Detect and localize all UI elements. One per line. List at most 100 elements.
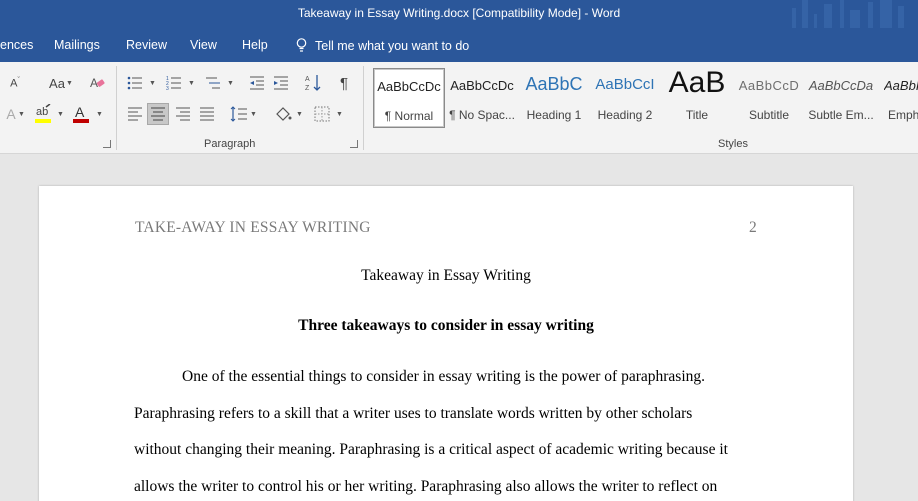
- style-name: Subtitle: [748, 108, 790, 122]
- style-heading-2[interactable]: AaBbCcI Heading 2: [591, 68, 659, 128]
- chevron-down-icon: ▼: [149, 80, 156, 87]
- align-center-icon: [151, 107, 165, 121]
- numbering-button[interactable]: 1 2 3: [163, 72, 185, 94]
- align-left-button[interactable]: [124, 103, 146, 125]
- document-title: Takeaway in Essay Writing: [361, 267, 531, 284]
- bullets-icon: [127, 76, 142, 90]
- title-bar-decoration: [788, 0, 918, 28]
- align-center-button[interactable]: [147, 103, 169, 125]
- tell-me-box[interactable]: Tell me what you want to do: [296, 38, 469, 53]
- line-spacing-button[interactable]: [228, 103, 250, 125]
- align-right-button[interactable]: [172, 103, 194, 125]
- style-subtle-emphasis[interactable]: AaBbCcDa Subtle Em...: [806, 68, 876, 128]
- style-preview: AaB: [668, 66, 726, 99]
- borders-icon: [314, 106, 330, 122]
- pilcrow-icon: ¶: [339, 74, 349, 92]
- font-color-button[interactable]: A: [70, 103, 92, 125]
- justify-icon: [200, 107, 214, 121]
- styles-group-label: Styles: [718, 138, 748, 150]
- increase-indent-button[interactable]: [270, 72, 292, 94]
- style-name: ¶ No Spac...: [449, 108, 515, 122]
- body-line: allows the writer to control his or her …: [134, 478, 718, 495]
- svg-text:3: 3: [166, 86, 169, 91]
- style-heading-1[interactable]: AaBbC Heading 1: [519, 68, 589, 128]
- body-line: without changing their meaning. Paraphra…: [134, 441, 728, 458]
- increase-indent-icon: [274, 76, 288, 90]
- tell-me-text: Tell me what you want to do: [315, 38, 470, 53]
- chevron-down-icon: ▼: [96, 111, 103, 118]
- tab-mailings[interactable]: Mailings: [54, 38, 100, 52]
- justify-button[interactable]: [196, 103, 218, 125]
- chevron-down-icon: ▼: [336, 111, 343, 118]
- style-normal[interactable]: AaBbCcDc ¶ Normal: [373, 68, 445, 128]
- chevron-down-icon: ▼: [296, 111, 303, 118]
- window-title: Takeaway in Essay Writing.docx [Compatib…: [297, 6, 621, 20]
- svg-text:A: A: [90, 76, 98, 90]
- body-line: One of the essential things to consider …: [182, 368, 706, 385]
- borders-button[interactable]: [311, 103, 333, 125]
- style-name: ¶ Normal: [384, 109, 434, 123]
- style-name: Title: [685, 108, 709, 122]
- clear-formatting-button[interactable]: A: [86, 72, 108, 94]
- style-name: Subtle Em...: [808, 108, 874, 122]
- chevron-down-icon: ▼: [66, 80, 73, 87]
- style-preview: AaBbCcDc: [450, 78, 514, 93]
- tab-review[interactable]: Review: [126, 38, 167, 52]
- chevron-down-icon: ▼: [227, 80, 234, 87]
- style-name: Heading 2: [597, 108, 653, 122]
- style-no-spacing[interactable]: AaBbCcDc ¶ No Spac...: [447, 68, 517, 128]
- chevron-down-icon: ▼: [250, 111, 257, 118]
- page-number: 2: [749, 219, 757, 236]
- shrink-font-button[interactable]: Aˇ: [0, 72, 30, 94]
- chevron-down-icon: ▼: [57, 111, 64, 118]
- multilevel-list-button[interactable]: [202, 72, 224, 94]
- line-spacing-icon: [230, 106, 247, 122]
- style-preview: AaBbC: [525, 74, 583, 94]
- sort-icon: A Z: [305, 75, 321, 92]
- title-bar: Takeaway in Essay Writing.docx [Compatib…: [0, 0, 918, 28]
- show-formatting-marks-button[interactable]: ¶: [333, 72, 355, 94]
- ribbon: Aˇ Aa ▼ A A ▼ ab ▼ A ▼ ▼ 1 2 3 ▼ ▼ A Z ¶…: [0, 62, 918, 154]
- group-divider: [116, 66, 117, 150]
- eraser-icon: A: [90, 76, 105, 90]
- svg-text:A: A: [305, 76, 310, 83]
- highlighter-icon: ab: [35, 104, 51, 123]
- tab-view[interactable]: View: [190, 38, 217, 52]
- sort-button[interactable]: A Z: [302, 72, 324, 94]
- body-line: Paraphrasing refers to a skill that a wr…: [134, 405, 693, 422]
- highlight-color-button[interactable]: ab: [32, 103, 54, 125]
- tab-references[interactable]: ences: [0, 38, 33, 52]
- paint-bucket-icon: [276, 107, 292, 121]
- numbering-icon: 1 2 3: [166, 76, 181, 91]
- svg-text:Z: Z: [305, 85, 310, 92]
- running-head: TAKE-AWAY IN ESSAY WRITING: [135, 219, 371, 236]
- style-preview: AaBbCcDa: [808, 78, 874, 93]
- style-title[interactable]: AaB Title: [663, 66, 731, 128]
- style-name: Heading 1: [526, 108, 582, 122]
- font-dialog-launcher[interactable]: [103, 140, 111, 148]
- ribbon-tabs: ences Mailings Review View Help Tell me …: [0, 28, 918, 62]
- chevron-down-icon: ▼: [18, 111, 25, 118]
- lightbulb-icon: [296, 38, 307, 52]
- shading-button[interactable]: [272, 103, 294, 125]
- multilevel-list-icon: [206, 77, 220, 89]
- style-preview: AaBbCcI: [595, 76, 655, 93]
- decrease-indent-button[interactable]: [246, 72, 268, 94]
- style-emphasis[interactable]: AaBbI Emph: [880, 68, 918, 128]
- align-right-icon: [176, 107, 190, 121]
- decrease-indent-icon: [250, 76, 264, 90]
- style-subtitle[interactable]: AaBbCcD Subtitle: [735, 68, 803, 128]
- group-divider: [363, 66, 364, 150]
- document-page[interactable]: TAKE-AWAY IN ESSAY WRITING 2 Takeaway in…: [39, 186, 853, 501]
- svg-text:A: A: [75, 104, 85, 120]
- document-heading: Three takeaways to consider in essay wri…: [298, 317, 594, 334]
- bullets-button[interactable]: [124, 72, 146, 94]
- style-name: Emph: [888, 108, 918, 122]
- style-preview: AaBbCcD: [738, 78, 800, 93]
- font-color-icon: A: [73, 104, 89, 123]
- paragraph-group-label: Paragraph: [204, 138, 256, 150]
- align-left-icon: [128, 107, 142, 121]
- paragraph-dialog-launcher[interactable]: [350, 140, 358, 148]
- style-preview: AaBbCcDc: [377, 79, 441, 94]
- tab-help[interactable]: Help: [242, 38, 268, 52]
